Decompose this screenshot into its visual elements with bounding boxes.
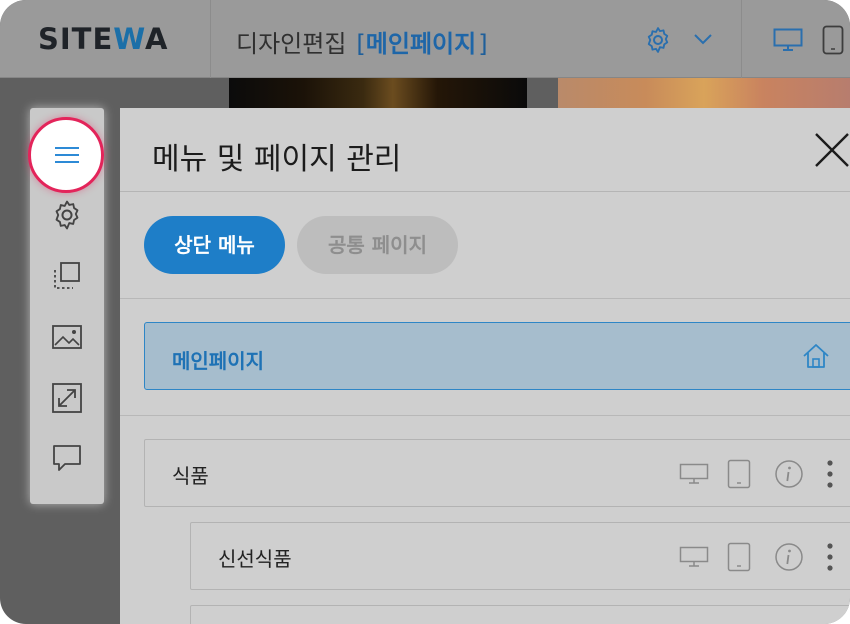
comment-icon[interactable]: [50, 441, 84, 475]
resize-icon[interactable]: [50, 381, 84, 415]
home-page-item[interactable]: 메인페이지: [144, 322, 850, 390]
chevron-down-icon[interactable]: [693, 32, 713, 46]
menu-icon[interactable]: [50, 138, 84, 172]
layers-icon[interactable]: [50, 259, 84, 293]
panel-header: 메뉴 및 페이지 관리: [120, 108, 850, 192]
desktop-icon[interactable]: [773, 28, 803, 52]
logo-text-prefix: SITE: [38, 22, 114, 56]
logo-text-accent: W: [113, 22, 145, 56]
submenu-item[interactable]: 신선식품: [190, 522, 850, 590]
image-icon[interactable]: [50, 320, 84, 354]
close-icon[interactable]: [810, 128, 850, 172]
logo-text-suffix: A: [144, 22, 169, 56]
gear-icon[interactable]: [50, 198, 84, 232]
divider: [120, 415, 850, 416]
more-icon[interactable]: [826, 542, 834, 572]
info-icon[interactable]: [774, 459, 804, 489]
header-divider: [210, 0, 211, 78]
info-icon[interactable]: [774, 542, 804, 572]
header-divider: [741, 0, 742, 78]
tablet-icon[interactable]: [727, 542, 751, 572]
desktop-icon[interactable]: [679, 546, 709, 568]
preview-image: [229, 78, 527, 108]
edit-mode-label: 디자인편집: [236, 30, 347, 58]
app-frame: SITEWA 디자인편집 [메인페이지] 메뉴 및 페이지 관리 상단 메뉴 공…: [0, 0, 850, 624]
divider: [120, 298, 850, 299]
bracket-close: ]: [478, 30, 488, 58]
current-page-name: 메인페이지: [365, 30, 477, 58]
home-page-label: 메인페이지: [172, 349, 264, 373]
desktop-icon[interactable]: [679, 463, 709, 485]
menu-page-panel: 메뉴 및 페이지 관리 상단 메뉴 공통 페이지 메인페이지 식품 신선식품: [120, 108, 850, 624]
page-title: 디자인편집 [메인페이지]: [236, 24, 488, 59]
tablet-icon[interactable]: [727, 459, 751, 489]
tab-top-menu[interactable]: 상단 메뉴: [144, 216, 285, 274]
submenu-item[interactable]: [190, 605, 850, 624]
home-icon: [803, 344, 829, 368]
tablet-icon[interactable]: [822, 25, 844, 55]
menu-item-label: 식품: [172, 464, 209, 488]
bracket-open: [: [356, 30, 366, 58]
gear-icon[interactable]: [643, 25, 673, 55]
menu-item[interactable]: 식품: [144, 439, 850, 507]
tab-common-pages[interactable]: 공통 페이지: [297, 216, 458, 274]
menu-item-label: 신선식품: [218, 547, 292, 571]
top-header: SITEWA 디자인편집 [메인페이지]: [0, 0, 850, 78]
more-icon[interactable]: [826, 459, 834, 489]
panel-title: 메뉴 및 페이지 관리: [152, 142, 402, 177]
sitewa-logo[interactable]: SITEWA: [38, 22, 168, 56]
preview-image: [558, 78, 850, 108]
